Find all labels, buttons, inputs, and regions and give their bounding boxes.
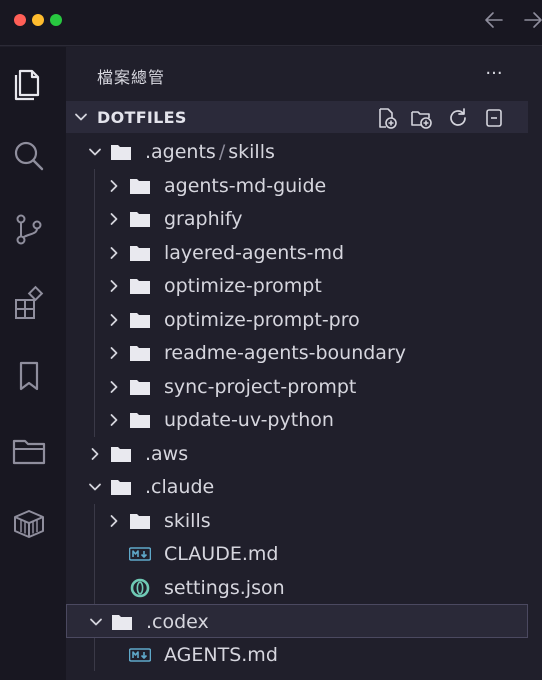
chevron-right-icon[interactable]	[106, 278, 122, 294]
chevron-right-icon[interactable]	[106, 312, 122, 328]
folder-row[interactable]: .codex	[66, 604, 528, 638]
folder-row[interactable]: optimize-prompt	[66, 269, 528, 303]
compact-folder-label: skills	[228, 141, 275, 163]
folder-icon	[129, 377, 151, 397]
sidebar-title: 檔案總管	[97, 68, 166, 87]
folder-row[interactable]: agents-md-guide	[66, 169, 528, 203]
activity-bar	[0, 47, 66, 680]
tree-item-label: optimize-prompt-pro	[164, 308, 360, 331]
tree-item-label: .codex	[146, 611, 209, 633]
tree-item-label: .agents / skills	[145, 141, 275, 163]
folder-icon	[129, 276, 151, 296]
workspace-name: DOTFILES	[97, 108, 187, 127]
search-icon[interactable]	[10, 137, 48, 175]
folder-row[interactable]: .agents / skills	[66, 135, 528, 169]
file-row[interactable]: settings.json	[66, 571, 528, 605]
title-bar	[0, 0, 542, 46]
tree-item-label: sync-project-prompt	[164, 375, 357, 398]
explorer-sidebar: 檔案總管 ··· DOTFILES .agents / skills agents-m…	[66, 47, 542, 680]
tree-item-label: update-uv-python	[164, 409, 334, 431]
tree-item-label: .aws	[145, 442, 189, 465]
folder-icon	[129, 243, 151, 263]
tree-item-label: layered-agents-md	[164, 241, 345, 264]
collapse-all-icon[interactable]	[482, 106, 506, 130]
chevron-right-icon[interactable]	[106, 379, 122, 395]
chevron-down-icon	[75, 113, 87, 121]
folder-icon	[111, 612, 133, 632]
chevron-right-icon[interactable]	[106, 345, 122, 361]
tree-item-label: optimize-prompt	[164, 275, 322, 297]
folder-row[interactable]: .claude	[66, 470, 528, 504]
maximize-window-button[interactable]	[50, 14, 62, 26]
folder-icon	[129, 343, 151, 363]
folder-row[interactable]: optimize-prompt-pro	[66, 303, 528, 337]
more-actions-icon[interactable]: ···	[483, 64, 505, 84]
tree-item-label: readme-agents-boundary	[164, 342, 407, 364]
chevron-down-icon[interactable]	[88, 614, 104, 630]
file-row[interactable]: AGENTS.md	[66, 638, 528, 672]
explorer-files-icon[interactable]	[10, 63, 48, 101]
bookmark-icon[interactable]	[10, 357, 48, 395]
folder-row[interactable]: sync-project-prompt	[66, 370, 528, 404]
file-row[interactable]: CLAUDE.md	[66, 537, 528, 571]
minimize-window-button[interactable]	[32, 14, 44, 26]
folder-icon	[129, 209, 151, 229]
folder-icon	[129, 176, 151, 196]
folder-icon	[129, 410, 151, 430]
chevron-right-icon[interactable]	[87, 446, 103, 462]
tree-item-label: .claude	[145, 476, 215, 498]
sidebar-header: 檔案總管 ···	[66, 47, 542, 101]
path-separator: /	[218, 141, 226, 163]
indent-guide	[94, 168, 95, 437]
chevron-right-icon[interactable]	[106, 412, 122, 428]
source-control-icon[interactable]	[10, 210, 48, 248]
extensions-icon[interactable]	[10, 284, 48, 322]
package-box-icon[interactable]	[10, 504, 48, 542]
chevron-right-icon[interactable]	[106, 245, 122, 261]
chevron-right-icon[interactable]	[106, 211, 122, 227]
folder-icon	[129, 310, 151, 330]
json-file-icon	[129, 578, 151, 598]
tree-item-label: skills	[164, 509, 211, 532]
chevron-right-icon[interactable]	[106, 178, 122, 194]
folder-row[interactable]: layered-agents-md	[66, 236, 528, 270]
close-window-button[interactable]	[14, 14, 26, 26]
indent-guide	[94, 503, 95, 604]
folder-icon	[110, 142, 132, 162]
folder-row[interactable]: skills	[66, 504, 528, 538]
project-folder-icon[interactable]	[10, 431, 48, 469]
tree-item-label: agents-md-guide	[164, 174, 327, 197]
folder-row[interactable]: graphify	[66, 202, 528, 236]
folder-icon	[110, 444, 132, 464]
tree-item-label: CLAUDE.md	[164, 543, 279, 565]
tree-item-label: graphify	[164, 208, 243, 230]
folder-icon	[110, 477, 132, 497]
chevron-down-icon[interactable]	[87, 144, 103, 160]
folder-row[interactable]: update-uv-python	[66, 403, 528, 437]
chevron-down-icon[interactable]	[87, 479, 103, 495]
markdown-file-icon	[128, 645, 152, 665]
new-file-icon[interactable]	[374, 106, 398, 130]
new-folder-icon[interactable]	[409, 106, 433, 130]
tree-item-label: AGENTS.md	[164, 643, 278, 666]
indent-guide	[94, 637, 95, 671]
markdown-file-icon	[128, 544, 152, 564]
folder-row[interactable]: readme-agents-boundary	[66, 336, 528, 370]
tree-item-label: settings.json	[164, 576, 285, 599]
workspace-section-header[interactable]: DOTFILES	[66, 101, 528, 133]
refresh-icon[interactable]	[446, 106, 470, 130]
vscode-window: 檔案總管 ··· DOTFILES .agents / skills agents-m…	[0, 0, 542, 680]
chevron-right-icon[interactable]	[106, 513, 122, 529]
folder-icon	[129, 511, 151, 531]
back-arrow-icon[interactable]	[483, 9, 505, 31]
forward-arrow-icon[interactable]	[522, 9, 542, 31]
folder-row[interactable]: .aws	[66, 437, 528, 471]
